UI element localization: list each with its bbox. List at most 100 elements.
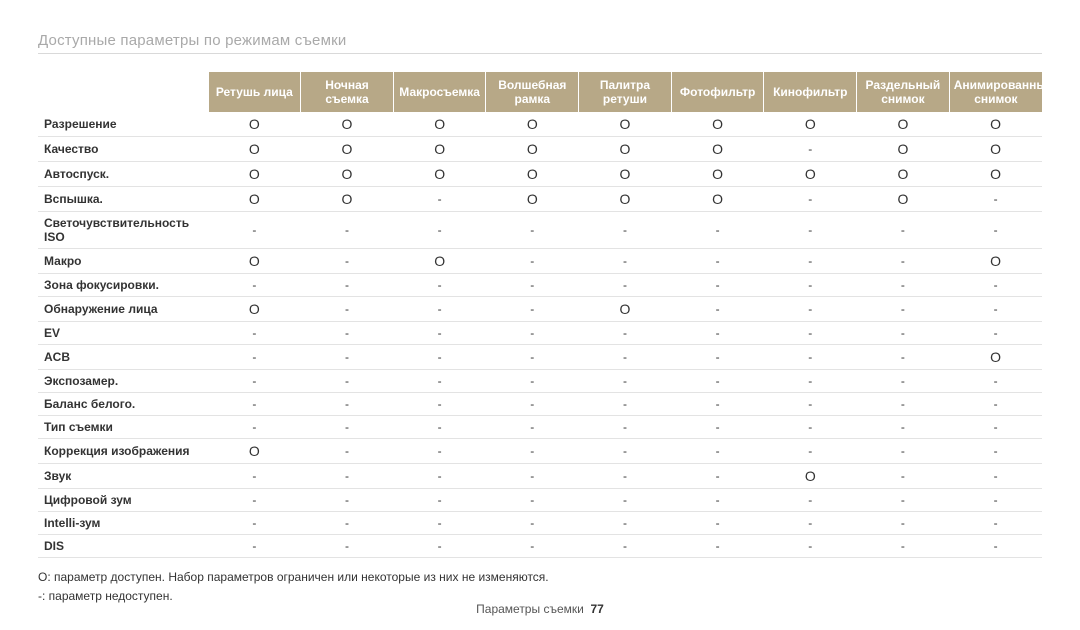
table-cell: -	[949, 322, 1042, 345]
mark-available: O	[990, 141, 1001, 157]
table-row: Автоспуск.OOOOOOOOO	[38, 162, 1042, 187]
table-cell: -	[671, 370, 764, 393]
table-cell: -	[764, 345, 857, 370]
table-cell: -	[949, 297, 1042, 322]
mark-unavailable: -	[623, 278, 627, 292]
mark-unavailable: -	[808, 326, 812, 340]
mark-available: O	[249, 301, 260, 317]
mark-unavailable: -	[716, 278, 720, 292]
mark-unavailable: -	[901, 444, 905, 458]
mark-unavailable: -	[716, 420, 720, 434]
mark-unavailable: -	[901, 397, 905, 411]
table-cell: O	[671, 187, 764, 212]
mark-unavailable: -	[994, 444, 998, 458]
mark-unavailable: -	[438, 469, 442, 483]
mark-available: O	[249, 116, 260, 132]
mark-unavailable: -	[623, 539, 627, 553]
table-cell: -	[764, 370, 857, 393]
table-cell: -	[671, 345, 764, 370]
mark-available: O	[249, 141, 260, 157]
mark-unavailable: -	[994, 493, 998, 507]
row-label: Автоспуск.	[38, 162, 208, 187]
table-cell: -	[764, 416, 857, 439]
table-cell: O	[301, 137, 394, 162]
table-cell: -	[208, 322, 301, 345]
mark-unavailable: -	[901, 493, 905, 507]
mark-unavailable: -	[530, 397, 534, 411]
table-cell: -	[301, 535, 394, 558]
table-row: МакроO-O-----O	[38, 249, 1042, 274]
mark-unavailable: -	[716, 374, 720, 388]
table-cell: -	[301, 249, 394, 274]
mark-unavailable: -	[623, 326, 627, 340]
table-cell: -	[857, 416, 950, 439]
table-cell: -	[301, 274, 394, 297]
mark-unavailable: -	[623, 254, 627, 268]
table-cell: -	[301, 322, 394, 345]
mark-available: O	[249, 443, 260, 459]
table-cell: -	[301, 512, 394, 535]
mark-available: O	[342, 166, 353, 182]
mark-unavailable: -	[530, 493, 534, 507]
table-cell: O	[393, 249, 486, 274]
table-cell: -	[671, 512, 764, 535]
table-cell: -	[671, 322, 764, 345]
mark-unavailable: -	[808, 444, 812, 458]
table-cell: O	[208, 297, 301, 322]
mark-unavailable: -	[994, 278, 998, 292]
table-cell: -	[301, 489, 394, 512]
table-row: Экспозамер.---------	[38, 370, 1042, 393]
table-cell: -	[486, 297, 579, 322]
table-cell: -	[486, 464, 579, 489]
table-cell: O	[393, 162, 486, 187]
mark-available: O	[249, 191, 260, 207]
mark-unavailable: -	[901, 539, 905, 553]
mark-unavailable: -	[901, 254, 905, 268]
table-cell: -	[764, 137, 857, 162]
row-label: Макро	[38, 249, 208, 274]
mark-unavailable: -	[438, 326, 442, 340]
table-cell: -	[764, 535, 857, 558]
mark-unavailable: -	[716, 397, 720, 411]
table-cell: O	[671, 137, 764, 162]
table-cell: -	[208, 416, 301, 439]
table-cell: -	[857, 464, 950, 489]
page-title: Доступные параметры по режимам съемки	[38, 32, 1042, 49]
table-column-header: Палитраретуши	[579, 72, 672, 112]
table-cell: O	[764, 464, 857, 489]
row-label: ACB	[38, 345, 208, 370]
mark-unavailable: -	[345, 254, 349, 268]
table-cell: -	[301, 393, 394, 416]
mark-unavailable: -	[623, 374, 627, 388]
mark-available: O	[990, 166, 1001, 182]
mark-unavailable: -	[438, 493, 442, 507]
table-cell: -	[393, 535, 486, 558]
mark-unavailable: -	[994, 539, 998, 553]
table-cell: -	[486, 370, 579, 393]
mark-unavailable: -	[623, 223, 627, 237]
mark-unavailable: -	[716, 469, 720, 483]
table-cell: -	[579, 439, 672, 464]
table-cell: -	[949, 187, 1042, 212]
table-cell: -	[857, 439, 950, 464]
table-cell: -	[579, 345, 672, 370]
table-cell: -	[764, 322, 857, 345]
mark-available: O	[434, 116, 445, 132]
row-label: Коррекция изображения	[38, 439, 208, 464]
table-cell: -	[579, 249, 672, 274]
table-cell: -	[208, 512, 301, 535]
mark-unavailable: -	[345, 278, 349, 292]
table-cell: O	[857, 162, 950, 187]
table-cell: -	[671, 274, 764, 297]
mark-unavailable: -	[623, 493, 627, 507]
table-cell: -	[579, 274, 672, 297]
table-row: КачествоOOOOOO-OO	[38, 137, 1042, 162]
mark-unavailable: -	[716, 516, 720, 530]
mark-unavailable: -	[901, 420, 905, 434]
row-label: Intelli-зум	[38, 512, 208, 535]
mark-unavailable: -	[901, 223, 905, 237]
mark-unavailable: -	[716, 350, 720, 364]
page-footer: Параметры съемки 77	[0, 602, 1080, 616]
mark-unavailable: -	[994, 192, 998, 206]
table-cell: -	[949, 274, 1042, 297]
